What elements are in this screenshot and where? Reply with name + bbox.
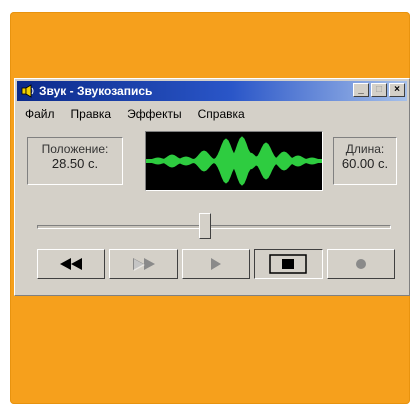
length-display: Длина: 60.00 с.: [333, 137, 397, 185]
maximize-button[interactable]: □: [371, 83, 387, 97]
length-label: Длина:: [345, 142, 385, 156]
position-value: 28.50 с.: [51, 156, 99, 171]
close-button[interactable]: ×: [389, 83, 405, 97]
menu-help[interactable]: Справка: [196, 105, 247, 123]
stop-button[interactable]: [254, 249, 323, 279]
menu-effects[interactable]: Эффекты: [125, 105, 184, 123]
rewind-icon: [60, 258, 83, 270]
waveform-path: [145, 136, 323, 186]
minimize-button[interactable]: _: [353, 83, 369, 97]
window-title: Звук - Звукозапись: [39, 84, 153, 98]
title-bar[interactable]: Звук - Звукозапись _ □ ×: [17, 81, 407, 101]
position-slider-thumb[interactable]: [199, 213, 212, 239]
menu-file[interactable]: Файл: [23, 105, 57, 123]
stop-icon: [269, 254, 308, 274]
fast-forward-icon: [132, 258, 155, 271]
sound-recorder-window: Звук - Звукозапись _ □ × Файл Правка Эфф…: [14, 78, 410, 296]
waveform-display: [145, 131, 323, 191]
rewind-button[interactable]: [37, 249, 106, 279]
page: Звук - Звукозапись _ □ × Файл Правка Эфф…: [0, 0, 413, 409]
speaker-icon: [21, 84, 34, 98]
position-display: Положение: 28.50 с.: [27, 137, 123, 185]
play-button[interactable]: [181, 249, 251, 279]
transport-controls: [37, 249, 396, 279]
play-icon: [211, 258, 222, 270]
waveform-graph: [145, 136, 323, 186]
menu-bar: Файл Правка Эффекты Справка: [19, 105, 247, 123]
window-controls: _ □ ×: [353, 83, 405, 99]
menu-edit[interactable]: Правка: [69, 105, 114, 123]
record-icon: [355, 259, 366, 269]
fast-forward-button[interactable]: [109, 249, 178, 279]
position-slider-track[interactable]: [37, 225, 391, 229]
record-button[interactable]: [326, 249, 396, 279]
length-value: 60.00 с.: [341, 156, 389, 171]
position-label: Положение:: [41, 142, 109, 156]
